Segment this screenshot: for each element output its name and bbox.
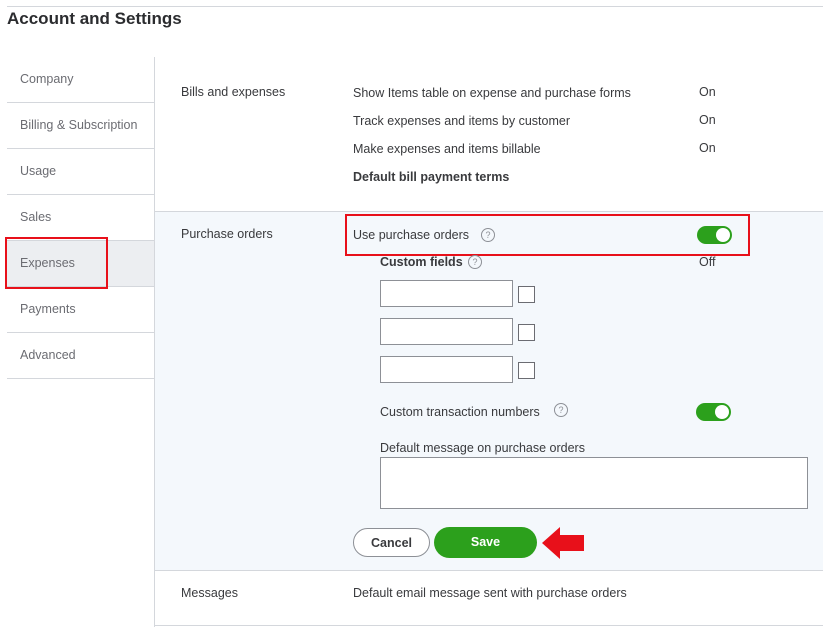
custom-field-input-1[interactable] xyxy=(380,280,513,307)
toggle-knob xyxy=(715,405,729,419)
custom-fields-value: Off xyxy=(699,255,716,269)
cancel-button[interactable]: Cancel xyxy=(353,528,430,557)
sidebar-item-label: Advanced xyxy=(20,348,76,362)
sidebar-item-payments[interactable]: Payments xyxy=(7,287,155,333)
messages-section-label: Messages xyxy=(181,586,238,600)
red-arrow-icon xyxy=(542,527,584,559)
sidebar-item-label: Usage xyxy=(20,164,57,178)
sidebar-item-label: Company xyxy=(20,72,74,86)
page-title: Account and Settings xyxy=(7,9,182,28)
highlight-box xyxy=(5,237,108,289)
custom-field-input-3[interactable] xyxy=(380,356,513,383)
setting-value: On xyxy=(699,85,716,99)
sidebar-item-label: Billing & Subscription xyxy=(20,118,138,132)
sidebar-item-advanced[interactable]: Advanced xyxy=(7,333,155,379)
default-message-label: Default message on purchase orders xyxy=(380,441,585,455)
help-icon[interactable]: ? xyxy=(554,403,568,417)
custom-fields-label: Custom fields xyxy=(380,255,463,269)
purchase-orders-panel xyxy=(155,212,823,570)
sidebar-item-company[interactable]: Company xyxy=(7,57,155,103)
custom-field-input-2[interactable] xyxy=(380,318,513,345)
messages-setting-text: Default email message sent with purchase… xyxy=(353,586,627,600)
custom-field-checkbox-1[interactable] xyxy=(518,286,535,303)
sidebar-item-usage[interactable]: Usage xyxy=(7,149,155,195)
settings-sidebar: Company Billing & Subscription Usage Sal… xyxy=(7,57,155,379)
setting-value: On xyxy=(699,141,716,155)
help-icon[interactable]: ? xyxy=(468,255,482,269)
custom-txn-toggle[interactable] xyxy=(696,403,731,421)
po-section-label: Purchase orders xyxy=(181,227,273,241)
setting-make-billable: Make expenses and items billable xyxy=(353,142,541,156)
setting-show-items-table: Show Items table on expense and purchase… xyxy=(353,86,631,100)
sidebar-item-label: Payments xyxy=(20,302,76,316)
sidebar-item-sales[interactable]: Sales xyxy=(7,195,155,241)
custom-field-checkbox-3[interactable] xyxy=(518,362,535,379)
arrow-shape xyxy=(542,527,584,559)
bills-section-label: Bills and expenses xyxy=(181,85,286,99)
default-message-textarea[interactable] xyxy=(380,457,808,509)
setting-track-expenses: Track expenses and items by customer xyxy=(353,114,570,128)
sidebar-item-billing-subscription[interactable]: Billing & Subscription xyxy=(7,103,155,149)
custom-txn-label: Custom transaction numbers xyxy=(380,405,540,419)
section-divider xyxy=(155,570,823,571)
sidebar-item-label: Sales xyxy=(20,210,52,224)
save-button[interactable]: Save xyxy=(434,527,537,558)
section-divider xyxy=(155,625,823,626)
setting-default-bill-terms: Default bill payment terms xyxy=(353,170,510,184)
top-rule xyxy=(7,6,823,7)
setting-value: On xyxy=(699,113,716,127)
highlight-box xyxy=(345,214,750,256)
custom-field-checkbox-2[interactable] xyxy=(518,324,535,341)
